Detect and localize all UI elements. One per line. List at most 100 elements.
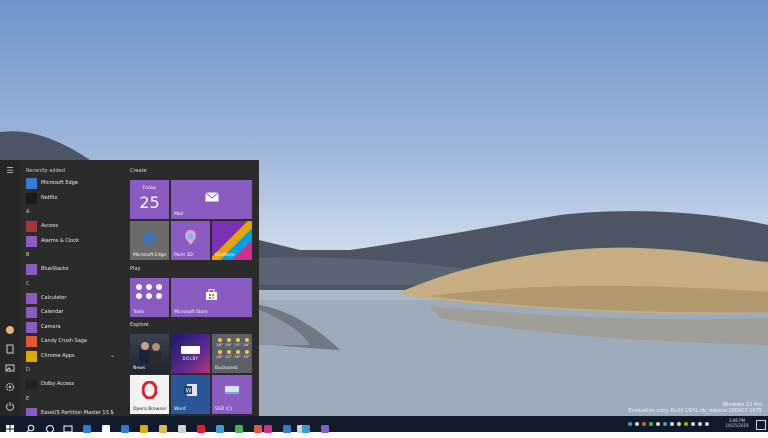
store-tile[interactable]: Microsoft Store <box>171 278 252 317</box>
edge-icon[interactable] <box>82 419 92 433</box>
app-list-item[interactable]: Camera <box>26 321 118 334</box>
app-icon <box>26 350 37 362</box>
tools-tile[interactable]: Tools <box>130 278 169 317</box>
dolby-logo-icon <box>181 346 200 354</box>
start-icon[interactable] <box>5 419 15 433</box>
sun-icon <box>235 338 240 342</box>
calendar-day: Friday <box>142 186 157 191</box>
cortana-icon[interactable] <box>45 419 55 433</box>
power-icon[interactable] <box>5 401 15 411</box>
sun-icon <box>244 350 249 354</box>
chevron-down-icon[interactable]: ⌄ <box>110 409 115 416</box>
weather-day: 15° <box>242 350 251 359</box>
outlook-icon[interactable] <box>282 419 292 433</box>
app-list-item[interactable]: Chrome Apps ⌄ <box>26 350 118 363</box>
weather-day: 16° <box>242 338 251 347</box>
system-tray[interactable] <box>626 419 718 429</box>
notifications-icon[interactable] <box>756 420 766 430</box>
app-icon <box>26 235 37 247</box>
mail-tile[interactable]: Mail <box>171 180 252 219</box>
app-label: Netflix <box>41 194 58 201</box>
app-list-item[interactable]: Microsoft Edge <box>26 178 118 190</box>
app-icon <box>26 221 37 232</box>
clock[interactable]: 3:06 PM 10/25/2019 <box>722 418 752 428</box>
weather-temp: 16° <box>243 343 250 347</box>
dolby-tile[interactable]: DOLBY <box>171 334 210 373</box>
mail-icon[interactable] <box>120 419 130 433</box>
pictures-icon[interactable] <box>5 363 15 373</box>
maps-icon[interactable] <box>301 419 311 433</box>
tools-folder-icon <box>136 284 162 299</box>
weather-day: 12° <box>224 350 233 359</box>
app-label: Calendar <box>41 309 64 315</box>
ssd-tile[interactable]: SSD (C) <box>212 375 252 414</box>
opera-icon[interactable] <box>196 419 206 433</box>
weather-temp: 12° <box>225 355 232 359</box>
group-explore: Explore <box>130 322 149 328</box>
app-list-item[interactable]: Netflix <box>26 192 118 205</box>
app-list-item[interactable]: Calculator <box>26 292 118 305</box>
document-icon[interactable] <box>5 344 15 354</box>
sun-icon <box>244 338 249 342</box>
chrome-icon[interactable] <box>139 419 149 433</box>
paint3d-icon <box>185 230 196 245</box>
store-icon[interactable] <box>101 419 111 433</box>
ssd-label: SSD (C) <box>215 407 233 412</box>
weather-day: 19° <box>224 338 233 347</box>
paint-icon[interactable] <box>263 419 273 433</box>
weather-temp: 19° <box>225 343 232 347</box>
weather-tile[interactable]: 16° 19° 15° 16° 18° 12° 16° 15° Bucharest <box>212 334 252 373</box>
app-list-item[interactable]: Candy Crush Saga <box>26 336 118 348</box>
app-list-item[interactable]: Dolby Access <box>26 379 118 391</box>
word-tile[interactable]: W Word <box>171 375 210 414</box>
opera-icon <box>142 381 157 399</box>
letter-header: A <box>26 209 30 215</box>
app-label: Access <box>41 223 59 229</box>
search-icon[interactable] <box>25 419 35 433</box>
app-icon <box>26 321 37 333</box>
menu-icon[interactable]: ☰ <box>5 166 15 176</box>
app-label: Dolby Access <box>41 381 75 387</box>
app-icon <box>26 178 37 189</box>
xbox-icon[interactable] <box>234 419 244 433</box>
edge-tile[interactable]: Microsoft Edge <box>130 221 169 260</box>
settings-icon[interactable] <box>5 382 15 392</box>
mail-label: Mail <box>174 212 184 217</box>
news-tile[interactable]: News <box>130 334 169 373</box>
letter-header: D <box>26 367 30 373</box>
app-list-item[interactable]: Access <box>26 221 118 233</box>
app-label: BlueStacks <box>41 266 69 272</box>
tile-area: Create Friday 25 Mail Microsoft Edge Pai… <box>120 160 259 416</box>
evaluation-watermark: Windows 10 Pro Evaluation copy. Build 19… <box>628 402 762 414</box>
music-icon[interactable] <box>253 419 263 433</box>
app-label: Calculator <box>41 294 67 301</box>
group-play: Play <box>130 266 141 272</box>
teams-icon[interactable] <box>320 419 330 433</box>
app-label: Chrome Apps <box>41 352 75 359</box>
chevron-down-icon[interactable]: ⌄ <box>110 352 115 359</box>
explorer-icon[interactable] <box>158 419 168 433</box>
opera-tile[interactable]: Opera Browser <box>130 375 169 414</box>
weather-day: 16° <box>215 338 224 347</box>
svg-text:W: W <box>186 388 192 395</box>
start-menu: ☰ Recently added Microsoft Edge Netflix A A… <box>0 160 259 419</box>
app-list-item[interactable]: Alarms & Clock <box>26 235 118 248</box>
user-icon[interactable] <box>5 325 15 335</box>
letter-header: B <box>26 252 30 258</box>
edge-label: Microsoft Edge <box>133 253 167 258</box>
start-rail: ☰ <box>0 160 20 416</box>
paint3d-tile[interactable]: Paint 3D <box>171 221 210 260</box>
app-label: Candy Crush Saga <box>41 338 88 344</box>
letter-header: C <box>26 280 30 287</box>
photos-icon[interactable] <box>215 419 225 433</box>
mail-icon <box>205 192 219 202</box>
app-list-item[interactable]: Calendar <box>26 307 118 319</box>
app-list-item[interactable]: BlueStacks <box>26 264 118 276</box>
task-view-icon[interactable] <box>63 419 73 433</box>
sun-icon <box>235 350 240 354</box>
settings-icon[interactable] <box>177 419 187 433</box>
opera-label: Opera Browser <box>133 407 167 412</box>
calendar-tile[interactable]: Friday 25 <box>130 180 169 219</box>
onenote-label: OneNote <box>215 253 235 258</box>
onenote-tile[interactable]: OneNote <box>212 221 252 260</box>
